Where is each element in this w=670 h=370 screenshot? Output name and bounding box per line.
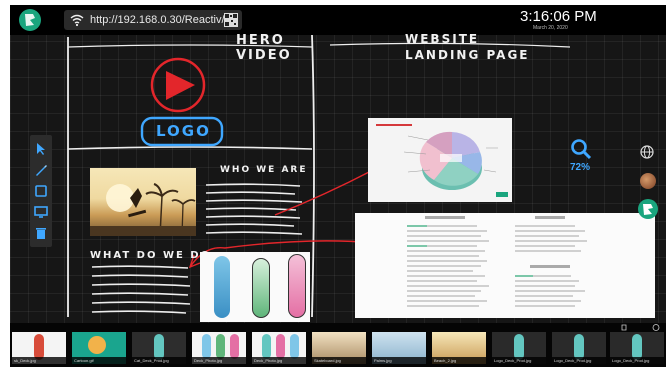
document-card[interactable] xyxy=(355,213,655,318)
avatar[interactable] xyxy=(640,173,656,189)
screen-tool-icon[interactable] xyxy=(33,204,49,220)
tool-palette xyxy=(30,135,52,247)
what-do-we-do-text: WHAT DO WE DO xyxy=(90,250,212,261)
filmstrip-thumb[interactable]: Logo_Deck_Prod.jpg xyxy=(610,332,664,364)
skateboard-decks-image[interactable] xyxy=(200,252,310,322)
globe-icon[interactable] xyxy=(640,145,654,159)
filmstrip-thumb[interactable]: Palms.jpg xyxy=(372,332,426,364)
filmstrip-controls xyxy=(621,324,660,331)
deck-blue xyxy=(214,256,230,318)
filmstrip-thumb[interactable]: Deck_Photo.jpg xyxy=(252,332,306,364)
select-tool-icon[interactable] xyxy=(33,141,49,157)
thumb-label: sk_Deck.jpg xyxy=(12,357,66,364)
logo-text: LOGO xyxy=(156,122,211,140)
trash-icon[interactable] xyxy=(33,225,49,241)
thumb-deck-image xyxy=(290,334,299,359)
whiteboard-screen[interactable]: http://192.168.0.30/Reactiv/ 3:16:06 PM … xyxy=(10,5,666,367)
zoom-icon[interactable] xyxy=(570,138,592,160)
zoom-level: 72% xyxy=(570,162,591,173)
filmstrip-thumb[interactable]: Cat_Deck_Prod.jpg xyxy=(132,332,186,364)
thumb-label: Cat_Deck_Prod.jpg xyxy=(132,357,186,364)
brand-logo-icon[interactable] xyxy=(637,198,659,220)
thumb-deck-image xyxy=(202,334,211,359)
filmstrip-thumb[interactable]: sk_Deck.jpg xyxy=(12,332,66,364)
who-we-are-text: WHO WE ARE xyxy=(220,165,308,175)
deck-pink xyxy=(288,254,306,318)
thumb-cartoon-image xyxy=(88,336,106,354)
thumb-label: Logo_Deck_Prod.jpg xyxy=(552,357,606,364)
thumb-deck-image xyxy=(230,334,239,359)
filmstrip-thumb[interactable]: Deck_Photo.jpg xyxy=(192,332,246,364)
deck-green xyxy=(252,258,270,318)
thumb-label: Palms.jpg xyxy=(372,357,426,364)
filmstrip: sk_Deck.jpg Cartoon.gif Cat_Deck_Prod.jp… xyxy=(10,323,666,367)
pie-chart-card[interactable] xyxy=(368,118,512,202)
thumb-label: Deck_Photo.jpg xyxy=(252,357,306,364)
filmstrip-edit-icon[interactable] xyxy=(621,324,627,331)
thumb-deck-image xyxy=(216,334,225,359)
filmstrip-thumb[interactable]: Cartoon.gif xyxy=(72,332,126,364)
thumb-label: Skateboard.jpg xyxy=(312,357,366,364)
landing-page-text: WEBSITE LANDING PAGE xyxy=(405,32,530,62)
document-content xyxy=(407,216,587,307)
thumb-label: Beach_2.jpg xyxy=(432,357,486,364)
pie-chart-graphic xyxy=(376,124,508,197)
thumb-label: Deck_Photo.jpg xyxy=(192,357,246,364)
hero-video-text: HERO VIDEO xyxy=(236,33,292,63)
filmstrip-settings-icon[interactable] xyxy=(652,324,660,331)
skateboarder-sunset-image[interactable] xyxy=(90,168,196,236)
filmstrip-thumb[interactable]: Skateboard.jpg xyxy=(312,332,366,364)
thumb-deck-image xyxy=(262,334,271,359)
thumb-label: Cartoon.gif xyxy=(72,357,126,364)
thumb-label: Logo_Deck_Prod.jpg xyxy=(492,357,546,364)
filmstrip-thumb[interactable]: Logo_Deck_Prod.jpg xyxy=(552,332,606,364)
thumb-label: Logo_Deck_Prod.jpg xyxy=(610,357,664,364)
filmstrip-thumb[interactable]: Beach_2.jpg xyxy=(432,332,486,364)
thumb-deck-image xyxy=(276,334,285,359)
pen-tool-icon[interactable] xyxy=(33,162,49,178)
shape-tool-icon[interactable] xyxy=(33,183,49,199)
filmstrip-thumb[interactable]: Logo_Deck_Prod.jpg xyxy=(492,332,546,364)
